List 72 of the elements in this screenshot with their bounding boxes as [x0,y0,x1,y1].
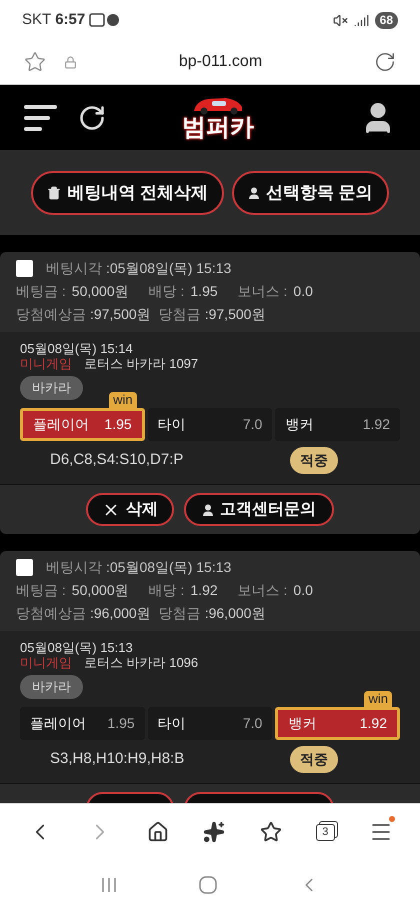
game-tag: 바카라 [20,675,83,698]
label: 베팅금 : [16,282,66,301]
reload-icon[interactable] [374,51,396,73]
checkbox[interactable] [16,559,33,576]
home-button-icon[interactable] [198,876,217,894]
bonus-value: 0.0 [293,581,313,600]
odds-value: 1.92 [190,581,218,600]
game-tag: 바카라 [20,376,83,400]
url-field[interactable]: bp-011.com [95,50,356,74]
support-icon [248,186,260,199]
label: 당첨금 [158,604,201,623]
bet-time: :05월08일(목) 15:13 [106,259,232,278]
result-cards: D6,C8,S4:S10,D7:P [50,449,280,472]
bet-option[interactable]: 플레이어 1.95 [20,408,145,441]
refresh-icon[interactable] [78,104,106,132]
bet-datetime: 05월08일(목) 15:14 [20,341,134,356]
bet-option[interactable]: 뱅커 1.92 [275,408,400,441]
category: 미니게임 [20,655,72,671]
bet-time: :05월08일(목) 15:13 [106,558,232,577]
bet-option[interactable]: 플레이어 1.95 [20,707,145,740]
category: 미니게임 [20,356,72,372]
inquiry-button[interactable]: 선택항목 문의 [232,170,389,214]
status-badge: 적중 [290,746,338,773]
support-icon [202,503,214,516]
game-name: 로터스 바카라 1097 [84,356,198,372]
bet-option[interactable]: 타이 7.0 [148,707,272,740]
tabs-button[interactable]: 3 [316,824,335,840]
label: 보너스 : [238,581,288,600]
bonus-value: 0.0 [293,282,313,301]
label: 당첨예상금 [16,305,86,324]
label: 베팅시각 [46,558,102,577]
bet-option[interactable]: 뱅커 1.92 [275,707,400,740]
signal-icon [354,12,369,28]
bookmarks-icon[interactable] [260,821,282,843]
carrier: SKT [22,10,52,30]
checkbox[interactable] [16,260,33,277]
label: 당첨금 [158,305,201,324]
payout-value: :96,000원 [204,604,266,623]
win-badge: win [109,392,137,408]
mute-icon [332,12,348,28]
sparkle-icon[interactable] [203,821,226,843]
status-badge: 적중 [290,447,338,474]
support-button[interactable]: 고객센터문의 [184,493,334,526]
stake-value: 50,000원 [72,282,129,301]
odds-value: 1.95 [190,282,218,301]
bet-datetime: 05월08일(목) 15:13 [20,640,134,655]
payout-value: :97,500원 [204,305,266,324]
trash-icon [47,186,62,200]
stake-value: 50,000원 [72,581,129,600]
label: 베팅금 : [16,581,66,600]
logo[interactable]: 범퍼카 [182,94,284,140]
recent-apps-icon[interactable] [100,876,118,892]
label: 배당 : [148,581,184,600]
game-name: 로터스 바카라 1096 [84,655,198,671]
menu-icon[interactable] [24,102,58,132]
clock: 6:57 [55,10,86,30]
expected-value: :96,000원 [90,604,151,623]
win-badge: win [364,691,392,707]
label: 배당 : [148,282,184,301]
notification-icon [89,13,122,27]
label: 당첨예상금 [16,604,86,623]
battery: 68 [374,12,398,28]
delete-button[interactable]: 삭제 [86,493,174,526]
result-cards: S3,H8,H10:H9,H8:B [50,748,280,771]
delete-all-button[interactable]: 베팅내역 전체삭제 [31,170,224,214]
bet-option[interactable]: 타이 7.0 [148,408,272,441]
bookmark-icon[interactable] [24,51,46,73]
expected-value: :97,500원 [90,305,151,324]
label: 보너스 : [238,282,288,301]
lock-icon [64,56,77,68]
label: 베팅시각 [46,259,102,278]
home-icon[interactable] [147,821,170,843]
